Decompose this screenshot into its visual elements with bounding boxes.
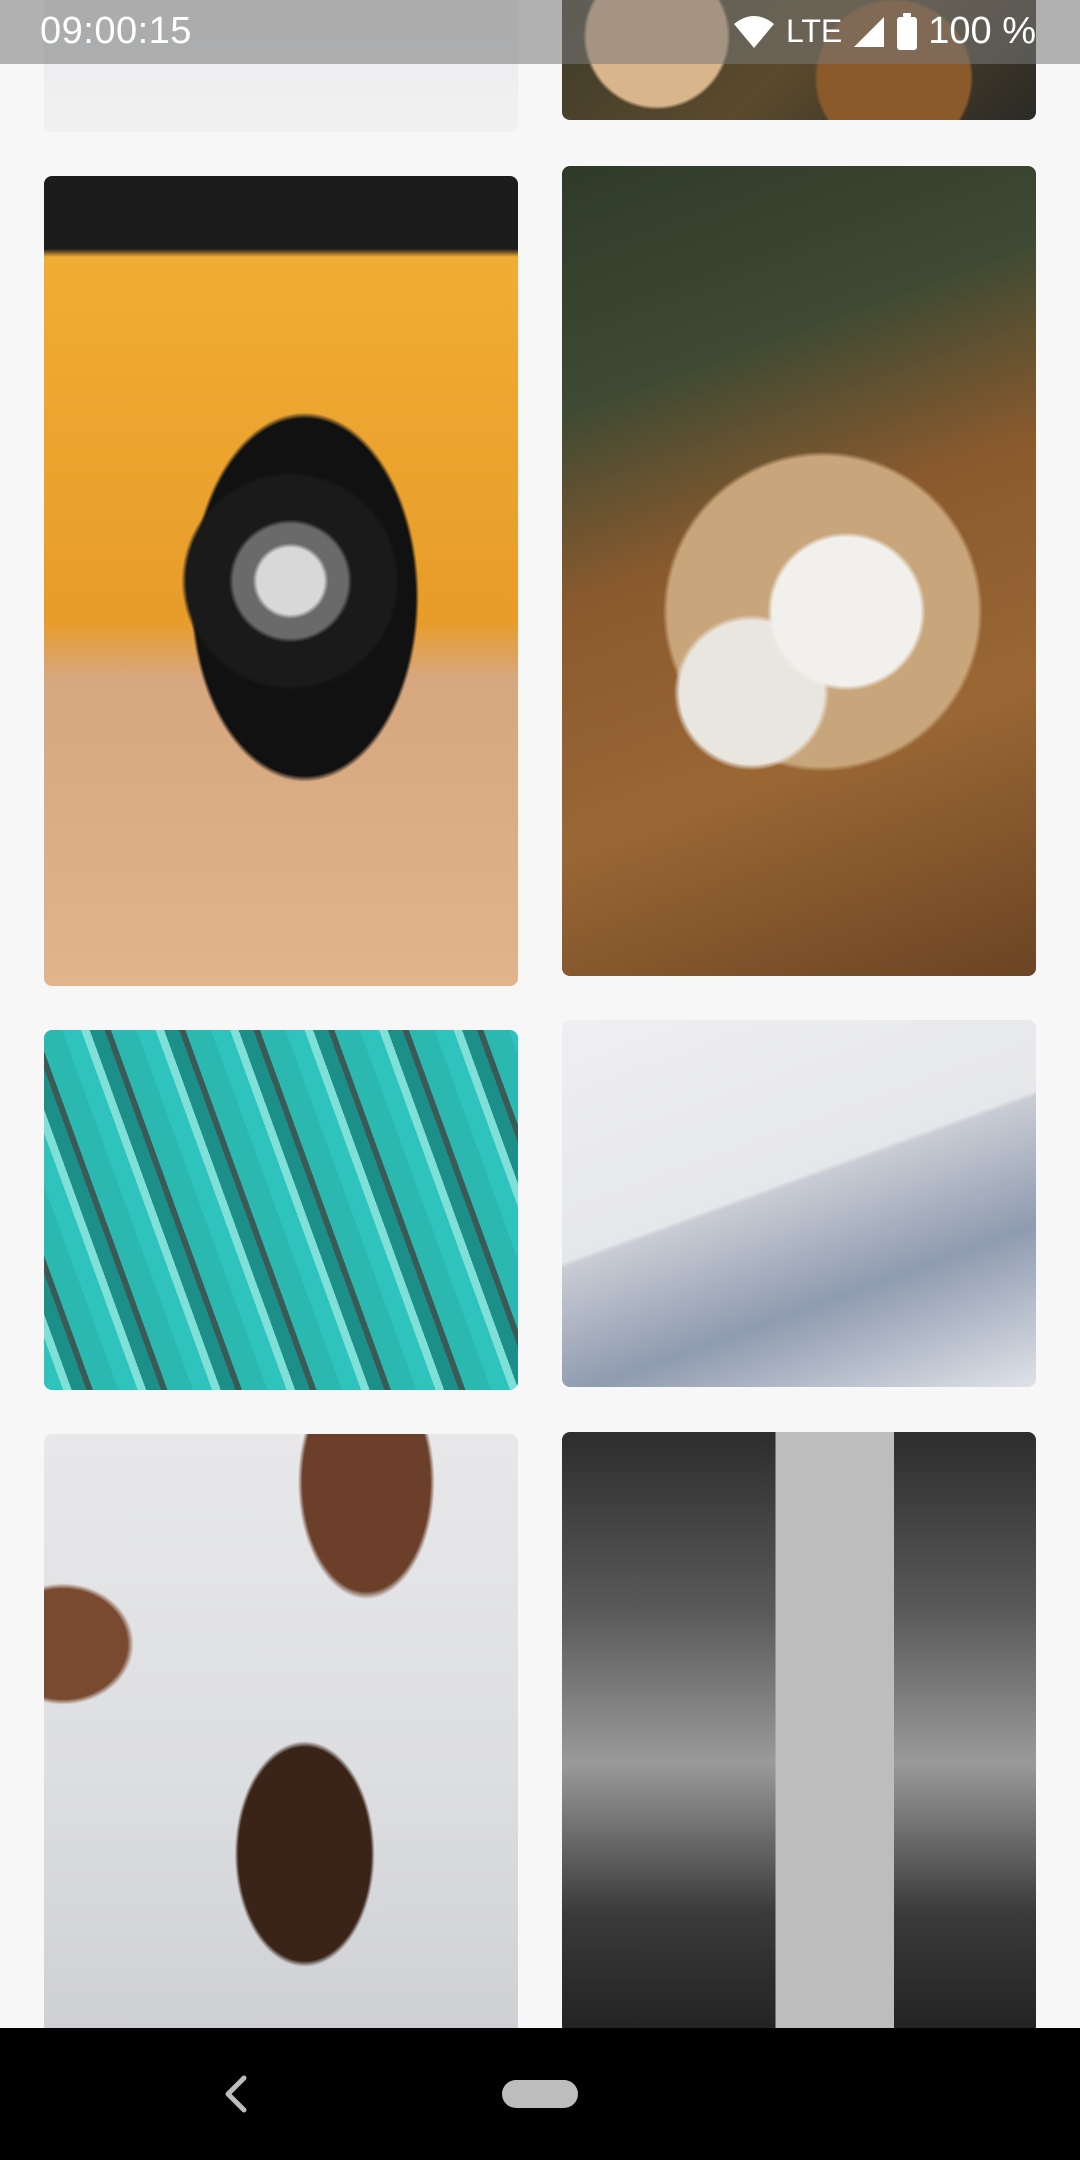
battery-percentage: 100 %	[928, 10, 1036, 52]
photo-tile-chocolate-cups[interactable]	[44, 1434, 518, 2034]
photo-tile-yellow-car-wheel[interactable]	[44, 176, 518, 986]
screen: 09:00:15 LTE 100 %	[0, 0, 1080, 2160]
battery-icon	[896, 12, 918, 51]
status-time: 09:00:15	[40, 10, 192, 52]
photo-tile-city-street[interactable]	[562, 1432, 1036, 2034]
wifi-icon	[732, 14, 776, 50]
photo-tile-turquoise-fluid-art[interactable]	[44, 1030, 518, 1390]
navigation-bar	[0, 2028, 1080, 2160]
photo-tile-snow-hikers[interactable]	[562, 1020, 1036, 1387]
home-pill[interactable]	[502, 2080, 578, 2108]
status-bar: 09:00:15 LTE 100 %	[0, 0, 1080, 64]
signal-icon	[852, 15, 886, 49]
network-type-label: LTE	[785, 13, 843, 49]
photo-tile-coffee-table[interactable]	[562, 166, 1036, 976]
back-icon[interactable]	[218, 2074, 254, 2114]
status-icons: LTE 100 %	[732, 10, 1036, 53]
